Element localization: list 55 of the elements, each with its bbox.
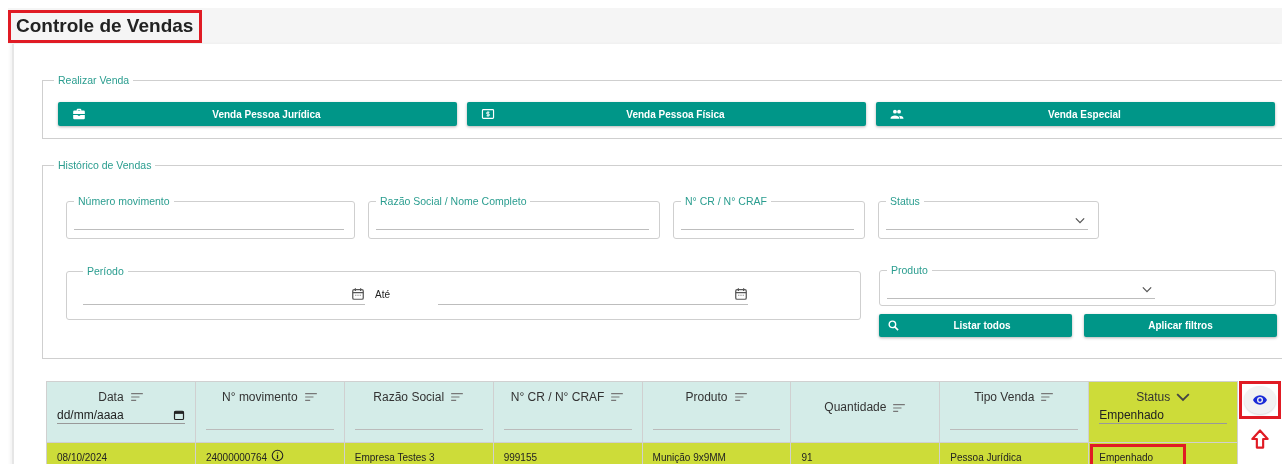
column-title[interactable]: Razão Social bbox=[373, 390, 445, 404]
sort-icon[interactable] bbox=[610, 392, 625, 402]
date-input[interactable] bbox=[438, 287, 748, 305]
filter-button[interactable]: Listar todos bbox=[879, 314, 1072, 337]
table-cell-text: Empresa Testes 3 bbox=[354, 451, 435, 464]
select-field[interactable]: Status bbox=[878, 195, 1099, 239]
date-filter-input[interactable]: dd/mm/aaaa bbox=[57, 406, 185, 424]
sort-icon[interactable] bbox=[450, 392, 465, 402]
sort-icon[interactable] bbox=[733, 392, 748, 402]
section-legend: Realizar Venda bbox=[54, 74, 134, 86]
sale-button[interactable]: Venda Pessoa Física bbox=[467, 102, 866, 126]
date-placeholder: dd/mm/aaaa bbox=[57, 407, 124, 422]
table-cell-text: 999155 bbox=[503, 451, 538, 464]
column-title[interactable]: Quantidade bbox=[824, 400, 887, 414]
input-field[interactable]: Razão Social / Nome Completo bbox=[368, 195, 660, 239]
eye-icon bbox=[1252, 392, 1269, 408]
select-field[interactable]: Produto bbox=[879, 264, 1276, 306]
calendar-icon bbox=[172, 408, 185, 421]
table-cell-text: Pessoa Jurídica bbox=[950, 451, 1022, 464]
column-title[interactable]: Tipo Venda bbox=[974, 390, 1035, 404]
status-filter-select[interactable]: Empenhado bbox=[1099, 406, 1228, 424]
info-icon[interactable] bbox=[271, 449, 285, 462]
column-title[interactable]: Data bbox=[98, 390, 124, 404]
chevron-down-icon[interactable] bbox=[1176, 392, 1191, 402]
briefcase-icon bbox=[72, 107, 86, 121]
table-cell-text: 24000000764 bbox=[205, 451, 268, 464]
range-separator: Até bbox=[374, 288, 391, 302]
sale-button[interactable]: Venda Especial bbox=[876, 102, 1275, 126]
sort-icon[interactable] bbox=[892, 403, 907, 413]
chevron-down-icon bbox=[1142, 286, 1152, 293]
input-field[interactable]: N° CR / N° CRAF bbox=[673, 195, 865, 239]
field-label: Período bbox=[86, 265, 125, 277]
calendar-icon bbox=[351, 287, 365, 301]
page-title: Controle de Vendas bbox=[8, 9, 203, 43]
people-icon bbox=[890, 107, 904, 121]
table-cell-text: Munição 9x9MM bbox=[652, 451, 726, 464]
table-cell: Empenhado bbox=[1090, 444, 1187, 464]
sort-icon[interactable] bbox=[129, 392, 144, 402]
chevron-down-icon bbox=[1075, 217, 1085, 224]
column-title[interactable]: Produto bbox=[685, 390, 728, 404]
column-title[interactable]: Status bbox=[1136, 390, 1171, 404]
input-field[interactable]: Número movimento bbox=[66, 195, 355, 239]
sort-icon[interactable] bbox=[303, 392, 318, 402]
table-cell-text: 08/10/2024 bbox=[57, 451, 108, 464]
money-icon bbox=[481, 107, 495, 121]
sale-button[interactable]: Venda Pessoa Jurídica bbox=[58, 102, 457, 126]
table-cell-text: 91 bbox=[801, 451, 813, 464]
calendar-icon bbox=[734, 287, 748, 301]
column-title[interactable]: N° movimento bbox=[222, 390, 298, 404]
date-input[interactable] bbox=[83, 287, 365, 305]
filter-button[interactable]: Aplicar filtros bbox=[1084, 314, 1277, 337]
sort-icon[interactable] bbox=[1040, 392, 1055, 402]
search-icon bbox=[887, 319, 900, 332]
section-legend: Histórico de Vendas bbox=[54, 159, 156, 171]
column-title[interactable]: N° CR / N° CRAF bbox=[510, 390, 605, 404]
